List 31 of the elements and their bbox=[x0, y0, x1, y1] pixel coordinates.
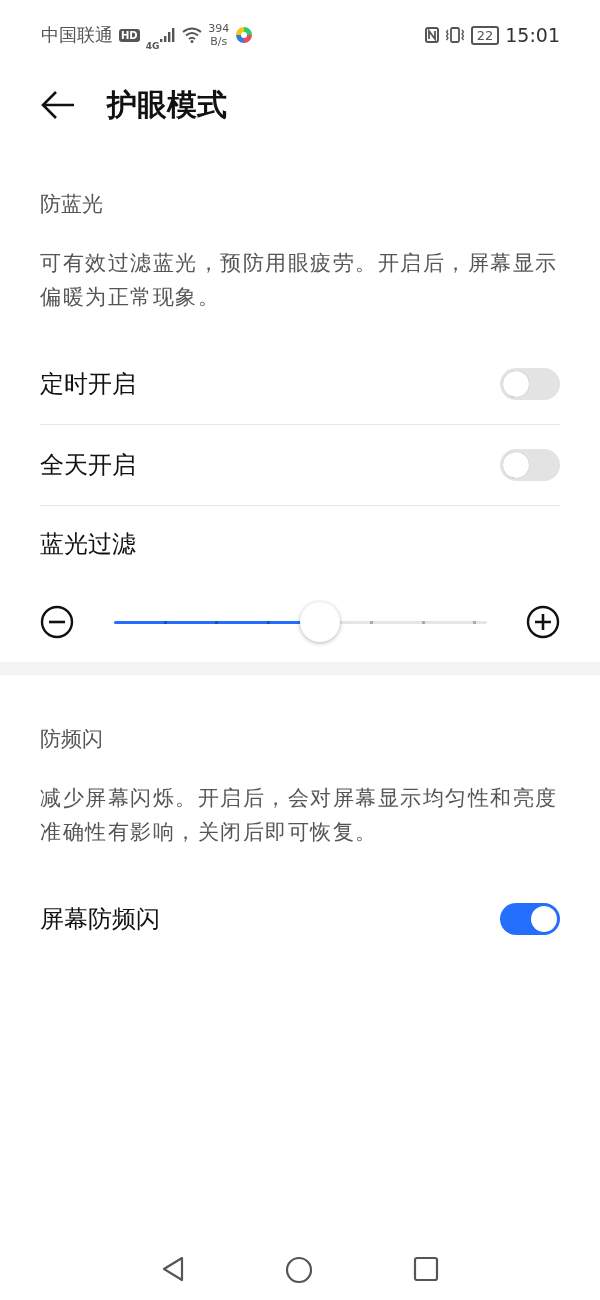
recents-nav-button[interactable] bbox=[413, 1256, 439, 1284]
toggle-switch[interactable] bbox=[500, 368, 560, 400]
section-description: 减少屏幕闪烁。开启后，会对屏幕显示均匀性和亮度准确性有影响，关闭后即可恢复。 bbox=[40, 785, 559, 846]
back-nav-button[interactable] bbox=[161, 1256, 185, 1284]
home-nav-button[interactable] bbox=[285, 1256, 313, 1284]
minus-button[interactable] bbox=[40, 605, 74, 639]
clock-time: 15:01 bbox=[505, 24, 560, 46]
network-type: 4G bbox=[145, 41, 160, 51]
setting-label: 屏幕防频闪 bbox=[40, 904, 160, 935]
back-button[interactable] bbox=[40, 90, 76, 120]
network-speed: 394 bbox=[208, 22, 230, 35]
hd-badge: HD bbox=[119, 28, 140, 42]
section-description: 可有效过滤蓝光，预防用眼疲劳。开启后，屏幕显示偏暖为正常现象。 bbox=[40, 250, 559, 311]
wifi-icon bbox=[182, 27, 203, 43]
nfc-icon bbox=[424, 27, 439, 43]
carrier-name: 中国联通 bbox=[41, 23, 113, 47]
slider-thumb[interactable] bbox=[300, 602, 340, 642]
page-title: 护眼模式 bbox=[107, 85, 227, 124]
battery-indicator: 22 bbox=[470, 25, 500, 45]
vibrate-icon bbox=[444, 27, 465, 43]
toggle-switch[interactable] bbox=[500, 903, 560, 935]
section-title: 防蓝光 bbox=[40, 191, 104, 218]
plus-button[interactable] bbox=[526, 605, 560, 639]
toggle-switch[interactable] bbox=[500, 449, 560, 481]
section-title: 防频闪 bbox=[40, 726, 104, 753]
app-icon bbox=[235, 26, 254, 44]
setting-label: 定时开启 bbox=[40, 369, 136, 400]
speed-unit: B/s bbox=[210, 35, 228, 48]
signal-icon bbox=[160, 28, 177, 42]
setting-label: 蓝光过滤 bbox=[40, 529, 136, 560]
setting-label: 全天开启 bbox=[40, 450, 136, 481]
